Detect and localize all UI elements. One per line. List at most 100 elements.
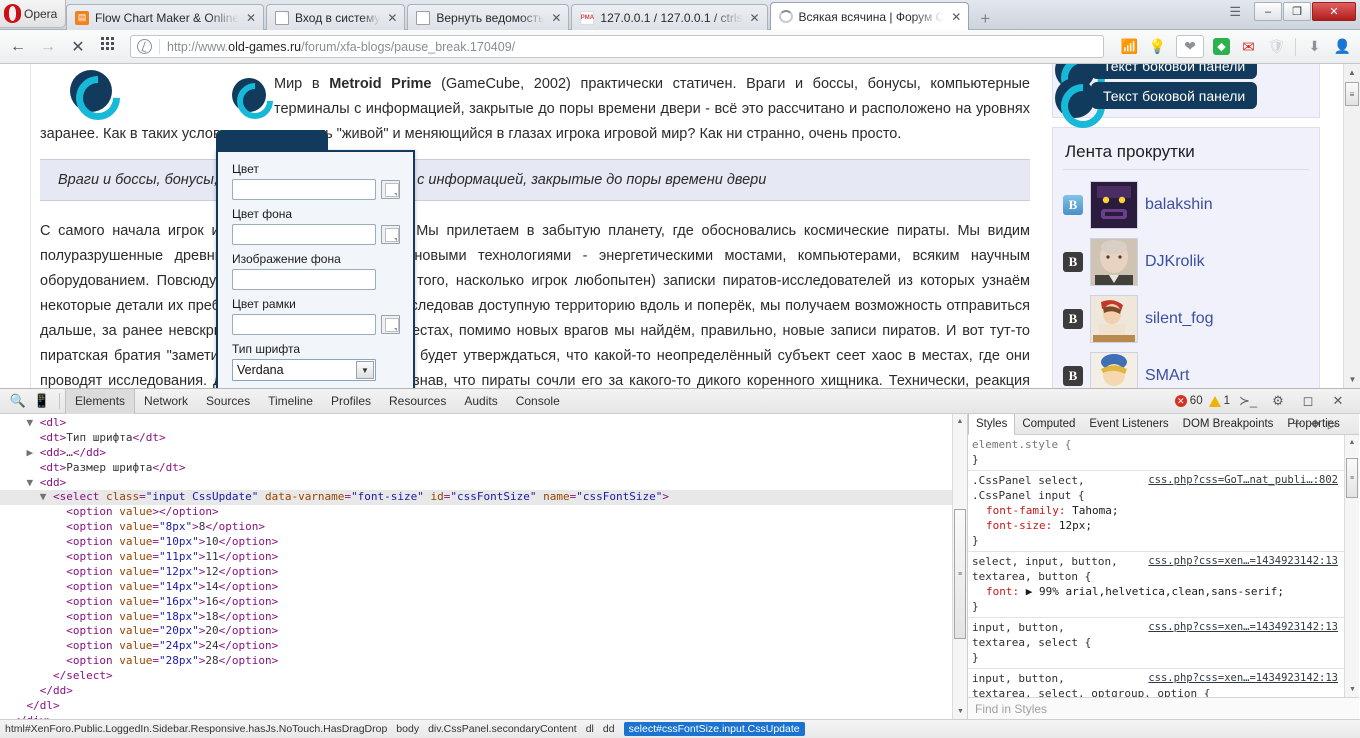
search-icon[interactable]: 🔍 <box>6 390 30 412</box>
close-icon[interactable]: ✕ <box>950 10 962 24</box>
element-state-icon[interactable]: ❖ <box>1310 417 1321 431</box>
dom-node[interactable]: ▼ <dl> <box>0 416 967 431</box>
device-mode-icon[interactable]: 📱 <box>30 390 54 412</box>
dom-node[interactable]: <option value="28px">28</option> <box>0 654 967 669</box>
dom-node[interactable]: <option value="12px">12</option> <box>0 565 967 580</box>
feedly-icon[interactable]: ◆ <box>1213 38 1230 55</box>
browser-tab[interactable]: Вернуть ведомость ✕ <box>407 4 569 30</box>
adguard-shield-icon[interactable]: 🛡 <box>1267 37 1286 56</box>
avatar[interactable] <box>1090 181 1138 229</box>
style-declaration[interactable]: font: ▶ 99% arial,helvetica,clean,sans-s… <box>972 584 1344 599</box>
opera-menu-button[interactable]: Opera <box>0 0 66 28</box>
dom-node[interactable]: ▼ <dd> <box>0 476 967 491</box>
style-rule[interactable]: input, button, textarea, select {css.php… <box>968 618 1344 669</box>
download-icon[interactable]: ⬇ <box>1305 37 1324 56</box>
dom-tree-pane[interactable]: ▼ <dl> <dt>Тип шрифта</dt> ▶ <dd>…</dd> … <box>0 414 968 719</box>
add-rule-icon[interactable]: ＋ <box>1291 415 1303 432</box>
close-icon[interactable]: ✕ <box>1326 390 1350 412</box>
back-icon[interactable]: ← <box>8 38 28 56</box>
gmail-icon[interactable]: ✉ <box>1239 37 1258 56</box>
scroll-up-icon[interactable]: ▲ <box>1345 435 1359 450</box>
disclosure-triangle-icon[interactable]: ▼ <box>27 476 40 489</box>
dom-node[interactable]: <option value="24px">24</option> <box>0 639 967 654</box>
styles-scrollbar[interactable]: ▲ ≡ ▼ <box>1344 435 1359 697</box>
forward-icon[interactable]: → <box>38 38 58 56</box>
dom-node[interactable]: </select> <box>0 669 967 684</box>
dom-node[interactable]: <option value></option> <box>0 505 967 520</box>
color-picker-icon[interactable] <box>381 180 400 199</box>
tab-elements[interactable]: Elements <box>65 389 135 414</box>
stop-icon[interactable]: ✕ <box>68 37 88 57</box>
warning-count-badge[interactable]: 1 <box>1209 395 1230 407</box>
gear-icon[interactable]: ⚙ <box>1266 390 1290 412</box>
profile-icon[interactable]: 👤 <box>1333 37 1352 56</box>
style-declaration[interactable]: font-size: 12px; <box>972 518 1344 533</box>
background-color-input[interactable] <box>232 224 376 245</box>
close-window-button[interactable]: ✕ <box>1312 2 1356 21</box>
tab-timeline[interactable]: Timeline <box>259 389 322 414</box>
maximize-button[interactable]: ❐ <box>1283 2 1311 21</box>
scrollbar-thumb[interactable]: ≡ <box>1346 458 1358 498</box>
tab-profiles[interactable]: Profiles <box>322 389 380 414</box>
scroll-down-icon[interactable]: ▼ <box>1344 371 1360 388</box>
color-input[interactable] <box>232 179 376 200</box>
style-source-link[interactable]: css.php?css=xen…=1434923142:13 <box>1148 620 1338 635</box>
style-rule[interactable]: element.style {} <box>968 435 1344 471</box>
dom-node[interactable]: <option value="16px">16</option> <box>0 595 967 610</box>
tab-computed[interactable]: Computed <box>1015 414 1082 435</box>
dom-node[interactable]: <option value="11px">11</option> <box>0 550 967 565</box>
address-bar[interactable]: http://www.old-games.ru/forum/xfa-blogs/… <box>130 35 1104 58</box>
dom-node[interactable]: <option value="18px">18</option> <box>0 610 967 625</box>
page-scrollbar[interactable]: ▲ ≡ ▼ <box>1343 64 1360 388</box>
tab-styles[interactable]: Styles <box>968 414 1015 435</box>
sidebar-user-name[interactable]: SMArt <box>1145 367 1189 385</box>
tab-resources[interactable]: Resources <box>380 389 455 414</box>
style-source-link[interactable]: css.php?css=GoT…nat_publi…:802 <box>1148 473 1338 488</box>
breadcrumb-item-selected[interactable]: select#cssFontSize.input.CssUpdate <box>624 722 805 736</box>
browser-tab[interactable]: PMA 127.0.0.1 / 127.0.0.1 / ctrls ✕ <box>571 4 767 30</box>
tab-network[interactable]: Network <box>135 389 197 414</box>
speed-dial-icon[interactable] <box>98 37 118 56</box>
scroll-up-icon[interactable]: ▲ <box>953 414 967 429</box>
font-family-select[interactable]: Verdana ▼ <box>232 359 376 381</box>
sidebar-user-name[interactable]: DJKrolik <box>1145 253 1205 271</box>
style-rule[interactable]: input, button, textarea, select, optgrou… <box>968 669 1344 697</box>
sidebar-user-name[interactable]: silent_fog <box>1145 310 1214 328</box>
avatar[interactable] <box>1090 295 1138 343</box>
avatar[interactable] <box>1090 352 1138 389</box>
find-in-styles-bar[interactable]: Find in Styles <box>968 697 1359 719</box>
browser-tab[interactable]: ▤ Flow Chart Maker & Online ✕ <box>66 4 264 30</box>
dom-node[interactable]: <option value="8px">8</option> <box>0 520 967 535</box>
dock-side-icon[interactable]: ◻ <box>1296 390 1320 412</box>
browser-tab[interactable]: Вход в систему ✕ <box>266 4 405 30</box>
disclosure-triangle-icon[interactable]: ▼ <box>40 490 53 503</box>
heart-icon[interactable]: ❤ <box>1176 35 1204 58</box>
breadcrumb-item[interactable]: dl <box>586 723 594 735</box>
list-item[interactable]: В balakshin <box>1063 176 1309 233</box>
scrollbar-thumb[interactable]: ≡ <box>954 509 966 639</box>
chevron-down-icon[interactable]: ▼ <box>356 361 374 379</box>
style-source-link[interactable]: css.php?css=xen…=1434923142:13 <box>1148 554 1338 569</box>
tab-event-listeners[interactable]: Event Listeners <box>1082 414 1175 435</box>
color-picker-icon[interactable] <box>381 225 400 244</box>
lightbulb-icon[interactable]: 💡 <box>1148 37 1167 56</box>
style-rule[interactable]: .CssPanel select, .CssPanel input {css.p… <box>968 471 1344 552</box>
scroll-down-icon[interactable]: ▼ <box>1345 682 1360 697</box>
breadcrumb-item[interactable]: dd <box>603 723 615 735</box>
console-drawer-icon[interactable]: ≻_ <box>1236 390 1260 412</box>
tab-dom-breakpoints[interactable]: DOM Breakpoints <box>1176 414 1281 435</box>
close-icon[interactable]: ✕ <box>550 11 562 25</box>
dom-node[interactable]: </dl> <box>0 699 967 714</box>
new-tab-button[interactable]: + <box>974 8 996 30</box>
rss-icon[interactable]: 📶 <box>1120 37 1139 56</box>
minimize-button[interactable]: – <box>1254 2 1282 21</box>
dom-scrollbar[interactable]: ▲ ≡ ▼ <box>952 414 967 719</box>
breadcrumb-item[interactable]: div.CssPanel.secondaryContent <box>428 723 577 735</box>
dom-node[interactable]: </dd> <box>0 684 967 699</box>
style-declaration[interactable]: font-family: Tahoma; <box>972 503 1344 518</box>
scroll-down-icon[interactable]: ▼ <box>953 704 968 719</box>
avatar[interactable] <box>1090 238 1138 286</box>
color-picker-icon[interactable] <box>381 315 400 334</box>
tab-menu-icon[interactable]: ☰ <box>1229 5 1241 18</box>
scrollbar-thumb[interactable]: ≡ <box>1345 82 1359 106</box>
